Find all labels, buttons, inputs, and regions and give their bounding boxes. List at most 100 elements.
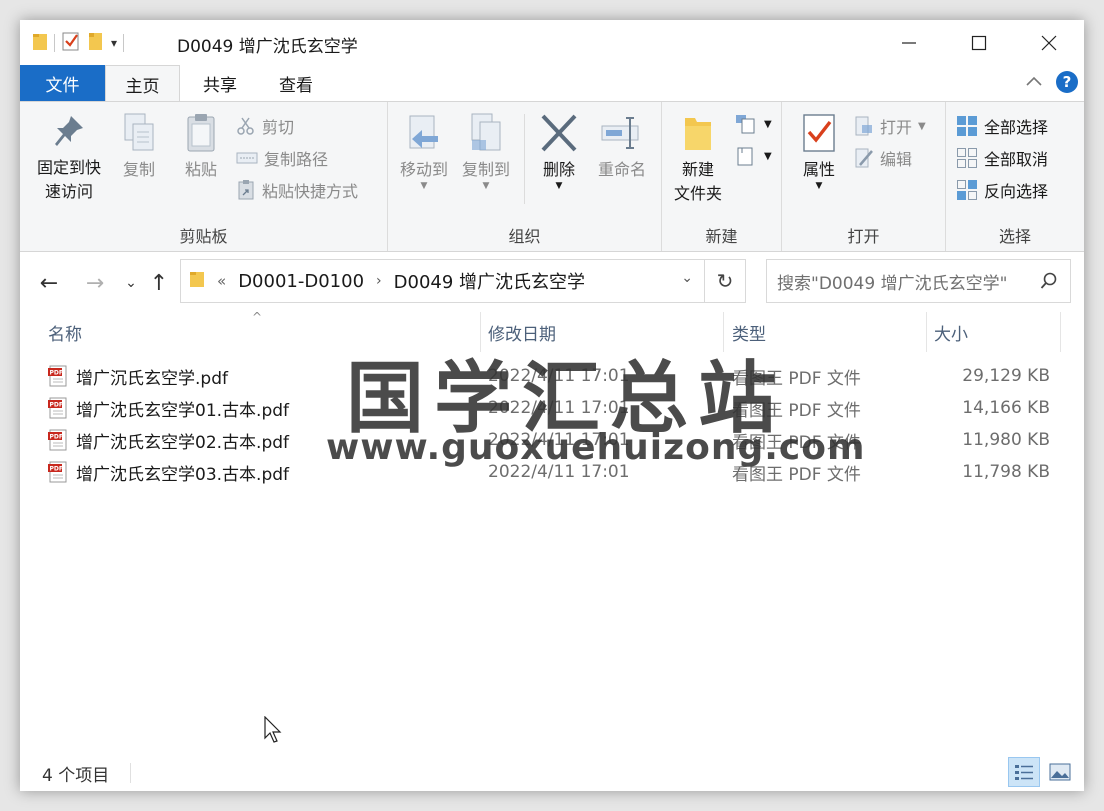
address-dropdown-icon[interactable]: ⌄ [681, 270, 693, 286]
column-header-size[interactable]: 大小 [934, 312, 968, 352]
large-icons-view-button[interactable] [1044, 757, 1076, 787]
search-box[interactable]: 搜索"D0049 增广沈氏玄空学" [766, 259, 1071, 303]
copy-icon [124, 113, 154, 151]
help-button[interactable]: ? [1056, 71, 1078, 93]
recent-locations-button[interactable]: ⌄ [116, 268, 146, 298]
large-icons-view-icon [1049, 763, 1071, 781]
select-group-label: 选择 [998, 227, 1031, 246]
chevron-down-icon: ⌄ [125, 275, 137, 291]
help-icon: ? [1062, 73, 1072, 91]
collapse-ribbon-button[interactable] [1025, 73, 1043, 92]
tab-share[interactable]: 共享 [190, 65, 250, 101]
column-separator[interactable] [1060, 312, 1061, 352]
toolbar-separator [54, 34, 55, 52]
pdf-file-icon: PDF [48, 429, 67, 451]
new-item-dropdown-icon: ▼ [764, 118, 772, 130]
new-folder-icon[interactable] [87, 30, 105, 56]
organize-group: 移动到 ▼ 复制到 ▼ 删除 ▼ 重命名 组织 [388, 102, 662, 251]
details-view-icon [1015, 765, 1033, 780]
breadcrumb-chevron-icon[interactable]: › [376, 273, 382, 289]
address-bar[interactable]: « D0001-D0100 › D0049 增广沈氏玄空学 ⌄ ↻ [180, 259, 746, 303]
back-button[interactable]: ← [34, 268, 64, 298]
file-size: 14,166 KB [962, 398, 1050, 418]
tab-file[interactable]: 文件 [20, 65, 105, 101]
column-header-name[interactable]: 名称 [48, 312, 82, 352]
open-button[interactable]: 打开 ▼ [854, 112, 926, 140]
copy-button[interactable]: 复制 [112, 112, 166, 182]
minimize-button[interactable] [874, 20, 944, 65]
tab-view[interactable]: 查看 [266, 65, 326, 101]
copy-path-button[interactable]: 复制路径 [236, 144, 328, 172]
edit-label: 编辑 [880, 150, 913, 169]
select-none-label: 全部取消 [984, 150, 1049, 169]
pin-label-line1: 固定到快 [36, 158, 101, 177]
edit-button[interactable]: 编辑 [854, 144, 912, 172]
select-all-button[interactable]: 全部选择 [956, 112, 1048, 140]
new-group: 新建 文件夹 ▼ ▼ 新建 [662, 102, 782, 251]
delete-button[interactable]: 删除 ▼ [534, 112, 584, 191]
cut-button[interactable]: 剪切 [236, 112, 294, 140]
open-group: 属性 ▼ 打开 ▼ 编辑 打开 [782, 102, 946, 251]
new-item-icon [736, 115, 755, 134]
customize-dropdown-icon[interactable]: ▾ [111, 36, 117, 50]
copy-to-label: 复制到 [461, 160, 510, 179]
select-none-icon [957, 148, 977, 168]
move-to-dropdown-icon: ▼ [420, 181, 428, 191]
breadcrumb-overflow[interactable]: « [217, 272, 226, 290]
new-folder-label-line1: 新建 [681, 160, 714, 179]
invert-selection-icon [957, 180, 977, 200]
select-none-button[interactable]: 全部取消 [956, 144, 1048, 172]
minimize-icon [902, 41, 916, 44]
paste-shortcut-label: 粘贴快捷方式 [262, 182, 359, 201]
svg-text:PDF: PDF [50, 434, 63, 441]
refresh-icon: ↻ [716, 269, 734, 293]
file-name: 增广沈氏玄空学02.古本.pdf [76, 432, 290, 453]
file-name-cell: PDF 增广沈氏玄空学01.古本.pdf [48, 392, 289, 424]
column-separator[interactable] [926, 312, 927, 352]
easy-access-button[interactable]: ▼ [734, 142, 772, 170]
open-dropdown-icon: ▼ [918, 120, 926, 132]
clipboard-group-label: 剪贴板 [179, 227, 228, 246]
status-bar: 4 个项目 [20, 755, 1084, 791]
properties-button[interactable]: 属性 ▼ [794, 112, 844, 191]
breadcrumb-item-current[interactable]: D0049 增广沈氏玄空学 [394, 268, 585, 294]
copy-to-button[interactable]: 复制到 ▼ [456, 112, 516, 191]
maximize-button[interactable] [944, 20, 1014, 65]
rename-button[interactable]: 重命名 [590, 112, 654, 182]
up-button[interactable]: ↑ [144, 268, 174, 298]
forward-button[interactable]: → [80, 268, 110, 298]
move-to-button[interactable]: 移动到 ▼ [396, 112, 452, 191]
copy-to-icon [471, 113, 501, 151]
delete-label: 删除 [542, 160, 575, 179]
scissors-icon [237, 117, 254, 135]
invert-selection-label: 反向选择 [984, 182, 1049, 201]
tab-home[interactable]: 主页 [105, 65, 180, 102]
delete-dropdown-icon: ▼ [555, 181, 563, 191]
item-count: 4 个项目 [42, 766, 110, 786]
paste-shortcut-button[interactable]: 粘贴快捷方式 [236, 176, 358, 204]
refresh-button[interactable]: ↻ [704, 260, 745, 302]
file-size: 11,980 KB [962, 430, 1050, 450]
organize-group-label: 组织 [508, 227, 541, 246]
breadcrumb-item[interactable]: D0001-D0100 [238, 271, 364, 292]
pin-icon [55, 116, 83, 146]
properties-check-icon [803, 114, 835, 152]
paste-label: 粘贴 [184, 160, 217, 179]
arrow-left-icon: ← [39, 270, 59, 296]
ribbon-tabs: 文件 主页 共享 查看 ? [20, 65, 1084, 102]
copy-to-dropdown-icon: ▼ [482, 181, 490, 191]
pdf-file-icon: PDF [48, 397, 67, 419]
explorer-window: ▾ D0049 增广沈氏玄空学 文件 主页 共享 查看 ? 固定到快 速访问 复… [20, 20, 1084, 791]
file-size: 11,798 KB [962, 462, 1050, 482]
new-folder-button[interactable]: 新建 文件夹 [666, 112, 730, 206]
pin-quick-access-button[interactable]: 固定到快 速访问 [32, 112, 106, 204]
organize-separator [524, 114, 525, 204]
paste-button[interactable]: 粘贴 [174, 112, 228, 182]
properties-check-icon[interactable] [61, 30, 81, 56]
close-button[interactable] [1014, 20, 1084, 65]
details-view-button[interactable] [1008, 757, 1040, 787]
open-group-label: 打开 [847, 227, 880, 246]
file-name-cell: PDF 增广沈氏玄空学03.古本.pdf [48, 456, 289, 488]
new-item-button[interactable]: ▼ [734, 110, 772, 138]
invert-selection-button[interactable]: 反向选择 [956, 176, 1048, 204]
